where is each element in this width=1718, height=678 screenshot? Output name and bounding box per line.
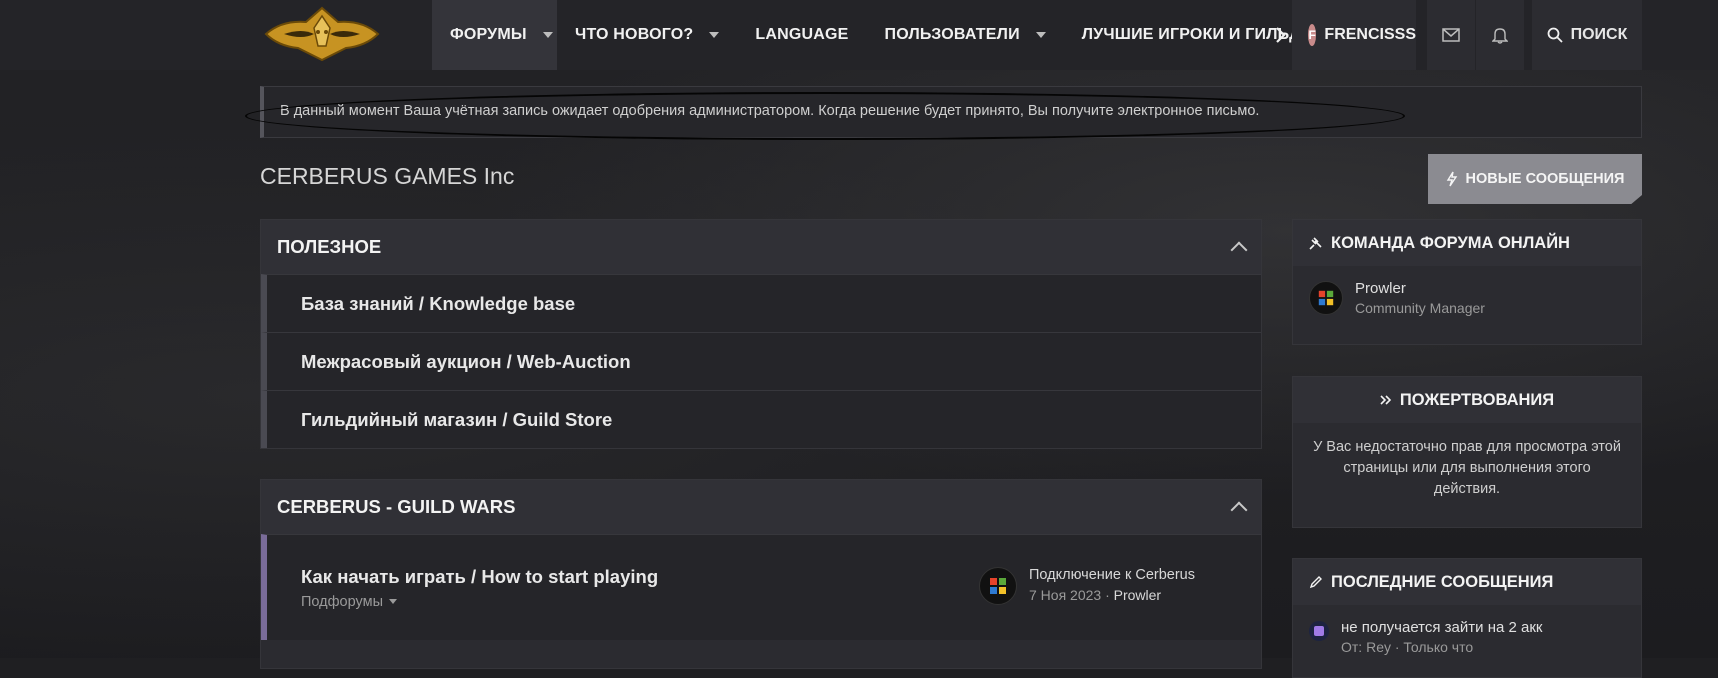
- avatar: F: [1308, 24, 1317, 46]
- category-useful: ПОЛЕЗНОЕ База знаний / Knowledge base Ме…: [260, 219, 1262, 449]
- account-pending-notice: В данный момент Ваша учётная запись ожид…: [260, 86, 1642, 138]
- double-chevron-right-icon: [1380, 395, 1392, 405]
- last-post-meta: 7 Ноя 2023 · Prowler: [1029, 587, 1195, 603]
- category-header[interactable]: ПОЛЕЗНОЕ: [261, 220, 1261, 274]
- nav-top-players[interactable]: ЛУЧШИЕ ИГРОКИ И ГИЛЬДИ: [1064, 0, 1296, 70]
- member-name[interactable]: Prowler: [1355, 280, 1485, 297]
- widget-title: ПОСЛЕДНИЕ СООБЩЕНИЯ: [1331, 572, 1554, 591]
- username: FRENCISSS: [1324, 26, 1416, 43]
- widget-title: КОМАНДА ФОРУМА ОНЛАЙН: [1331, 233, 1570, 252]
- forum-row[interactable]: Межрасовый аукцион / Web-Auction: [261, 332, 1261, 390]
- widget-header: ПОСЛЕДНИЕ СООБЩЕНИЯ: [1293, 559, 1641, 605]
- latest-post-title[interactable]: не получается зайти на 2 акк: [1341, 619, 1542, 636]
- forum-title[interactable]: Гильдийный магазин / Guild Store: [301, 409, 612, 431]
- page-title: CERBERUS GAMES Inc: [260, 163, 515, 189]
- bell-icon: [1492, 28, 1508, 44]
- lightning-icon: [1446, 171, 1457, 187]
- gavel-icon: [1309, 237, 1322, 250]
- collapse-icon[interactable]: [1230, 501, 1248, 519]
- forum-row[interactable]: База знаний / Knowledge base: [261, 274, 1261, 332]
- site-logo[interactable]: [262, 6, 382, 62]
- forum-row[interactable]: Как начать играть / How to start playing…: [261, 534, 1261, 640]
- search-icon: [1547, 27, 1563, 43]
- user-menu[interactable]: F FRENCISSS: [1292, 0, 1416, 70]
- widget-title: ПОЖЕРТВОВАНИЯ: [1399, 390, 1555, 409]
- category-title: CERBERUS - GUILD WARS: [277, 496, 516, 517]
- subforums-toggle[interactable]: Подфорумы: [301, 593, 398, 610]
- avatar[interactable]: [979, 567, 1017, 605]
- pencil-icon: [1309, 576, 1322, 589]
- last-post-date: 7 Ноя 2023: [1029, 587, 1102, 603]
- avatar[interactable]: [1309, 621, 1329, 641]
- nav-members-label: ПОЛЬЗОВАТЕЛИ: [884, 26, 1020, 43]
- category-guild-wars: CERBERUS - GUILD WARS Как начать играть …: [260, 479, 1262, 669]
- member-role: Community Manager: [1355, 300, 1485, 316]
- widget-body: Prowler Community Manager: [1293, 266, 1641, 330]
- category-title: ПОЛЕЗНОЕ: [277, 236, 382, 257]
- staff-member: Prowler Community Manager: [1309, 280, 1625, 316]
- last-post-author[interactable]: Prowler: [1114, 587, 1161, 603]
- chevron-down-icon[interactable]: [542, 32, 553, 38]
- search-button[interactable]: ПОИСК: [1532, 0, 1642, 70]
- forum-title[interactable]: Межрасовый аукцион / Web-Auction: [301, 351, 631, 373]
- nav-forums[interactable]: ФОРУМЫ: [432, 0, 557, 70]
- latest-posts-widget: ПОСЛЕДНИЕ СООБЩЕНИЯ не получается зайти …: [1292, 558, 1642, 678]
- windows-logo-icon: [1318, 290, 1334, 306]
- forum-title[interactable]: Как начать играть / How to start playing: [301, 566, 658, 588]
- new-posts-button[interactable]: НОВЫЕ СООБЩЕНИЯ: [1428, 154, 1642, 204]
- chevron-down-icon[interactable]: [709, 32, 720, 38]
- nav-top-players-label: ЛУЧШИЕ ИГРОКИ И ГИЛЬДИ: [1081, 26, 1296, 43]
- nav-whats-new[interactable]: ЧТО НОВОГО?: [557, 0, 737, 70]
- donations-widget: ПОЖЕРТВОВАНИЯ У Вас недостаточно прав дл…: [1292, 376, 1642, 528]
- latest-post-meta: От: Rey · Только что: [1341, 639, 1474, 655]
- avatar[interactable]: [1309, 281, 1343, 315]
- nav-language-label: LANGUAGE: [755, 26, 849, 43]
- subforums-label: Подфорумы: [301, 593, 384, 610]
- notice-text: В данный момент Ваша учётная запись ожид…: [280, 103, 1260, 119]
- widget-header: КОМАНДА ФОРУМА ОНЛАЙН: [1293, 220, 1641, 266]
- nav-language[interactable]: LANGUAGE: [737, 0, 866, 70]
- chevron-right-icon[interactable]: [1274, 26, 1286, 44]
- main-nav: ФОРУМЫ ЧТО НОВОГО? LANGUAGE ПОЛЬЗОВАТЕЛИ…: [432, 0, 1296, 70]
- windows-logo-icon: [990, 578, 1006, 594]
- staff-online-widget: КОМАНДА ФОРУМА ОНЛАЙН Prowler Community …: [1292, 219, 1642, 345]
- mail-icon: [1442, 28, 1460, 42]
- inbox-button[interactable]: [1427, 0, 1475, 70]
- new-posts-label: НОВЫЕ СООБЩЕНИЯ: [1465, 171, 1625, 187]
- latest-post-item[interactable]: не получается зайти на 2 акк От: Rey · Т…: [1309, 619, 1625, 655]
- chevron-down-icon: [389, 599, 398, 604]
- widget-header: ПОЖЕРТВОВАНИЯ: [1293, 377, 1641, 423]
- nav-whats-new-label: ЧТО НОВОГО?: [575, 26, 694, 43]
- nav-forums-label: ФОРУМЫ: [450, 26, 527, 43]
- forum-title[interactable]: База знаний / Knowledge base: [301, 293, 575, 315]
- category-header[interactable]: CERBERUS - GUILD WARS: [261, 480, 1261, 534]
- alerts-button[interactable]: [1476, 0, 1524, 70]
- widget-body: не получается зайти на 2 акк От: Rey · Т…: [1293, 605, 1641, 669]
- donations-message: У Вас недостаточно прав для просмотра эт…: [1313, 439, 1621, 497]
- search-label: ПОИСК: [1570, 26, 1628, 43]
- last-post: Подключение к Cerberus 7 Ноя 2023 · Prow…: [979, 567, 1195, 605]
- forum-row[interactable]: Гильдийный магазин / Guild Store: [261, 390, 1261, 448]
- last-post-title[interactable]: Подключение к Cerberus: [1029, 567, 1195, 583]
- nav-members[interactable]: ПОЛЬЗОВАТЕЛИ: [867, 0, 1064, 70]
- collapse-icon[interactable]: [1230, 241, 1248, 259]
- meta-separator: ·: [1105, 587, 1110, 603]
- chevron-down-icon[interactable]: [1035, 32, 1046, 38]
